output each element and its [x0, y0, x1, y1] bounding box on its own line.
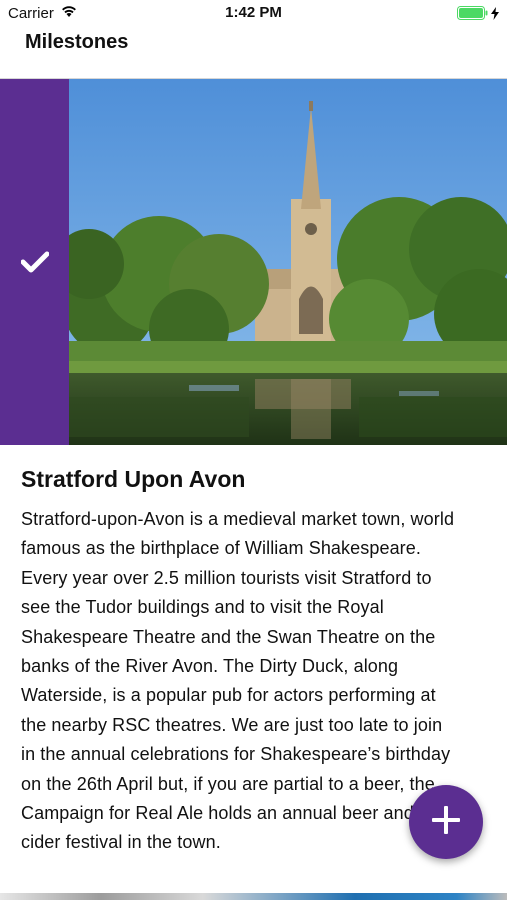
description-line: see the Tudor buildings and to visit the… [21, 597, 384, 618]
description-line: Stratford-upon-Avon is a medieval market… [21, 509, 455, 529]
milestone-card[interactable] [0, 79, 507, 445]
description-line: in the annual celebrations for Shakespea… [21, 744, 451, 765]
completed-status-strip[interactable] [0, 79, 69, 445]
status-bar: Carrier 1:42 PM [0, 0, 507, 28]
milestone-title: Stratford Upon Avon [21, 466, 246, 492]
description-line: the nearby RSC theatres. We are just too… [21, 714, 443, 735]
description-line: famous as the birthplace of William Shak… [21, 538, 421, 559]
navigation-bar: Milestones [0, 28, 507, 79]
page-title: Milestones [25, 31, 129, 53]
description-line: Waterside, is a popular pub for actors p… [21, 685, 436, 706]
battery-icon [457, 6, 489, 24]
description-line: banks of the River Avon. The Dirty Duck,… [21, 656, 399, 677]
charging-bolt-icon [491, 6, 499, 24]
description-line: Shakespeare Theatre and the Swan Theatre… [21, 626, 436, 647]
status-right [457, 6, 499, 24]
status-time: 1:42 PM [225, 4, 282, 21]
description-line: Every year over 2.5 million tourists vis… [21, 567, 432, 588]
milestone-photo [69, 79, 507, 445]
plus-icon [430, 804, 462, 841]
check-icon [20, 251, 50, 278]
add-milestone-button[interactable] [409, 785, 483, 859]
next-card-preview[interactable] [0, 893, 507, 900]
